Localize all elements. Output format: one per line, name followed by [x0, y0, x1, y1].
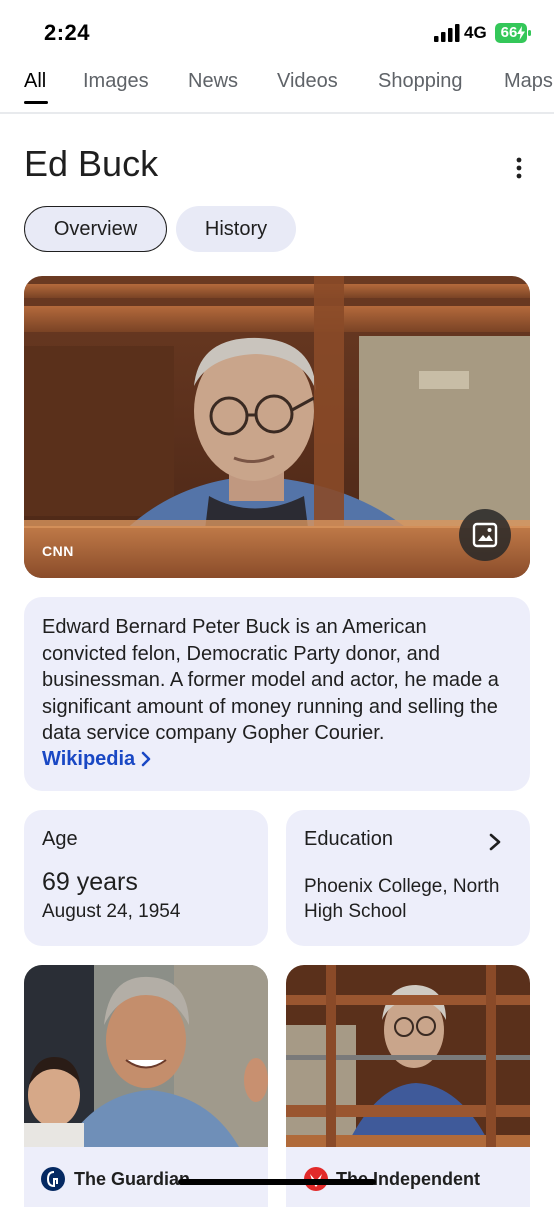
- education-card[interactable]: Education Phoenix College, North High Sc…: [286, 810, 530, 946]
- chip-history[interactable]: History: [176, 206, 296, 252]
- home-indicator[interactable]: [178, 1179, 376, 1185]
- entity-title: Ed Buck: [24, 143, 159, 184]
- tab-shopping[interactable]: Shopping: [378, 70, 463, 93]
- age-card: Age 69 years August 24, 1954: [24, 810, 268, 946]
- hero-image-source: CNN: [42, 543, 74, 559]
- wikipedia-link-label: Wikipedia: [42, 747, 136, 770]
- description-text: Edward Bernard Peter Buck is an American…: [42, 616, 499, 744]
- tab-maps[interactable]: Maps: [504, 70, 554, 93]
- status-time: 2:24: [44, 20, 91, 45]
- tab-all[interactable]: All: [24, 70, 46, 93]
- guardian-icon: [41, 1167, 65, 1191]
- age-label: Age: [42, 828, 78, 850]
- birth-date: August 24, 1954: [42, 901, 181, 922]
- age-value: 69 years: [42, 868, 138, 896]
- tab-images[interactable]: Images: [83, 70, 149, 93]
- network-type: 4G: [464, 23, 487, 42]
- tabs-divider: [0, 112, 554, 114]
- education-value: Phoenix College, North High School: [304, 876, 500, 922]
- chevron-right-icon: [141, 751, 151, 767]
- battery-icon: 66: [495, 23, 531, 43]
- chip-overview[interactable]: Overview: [24, 206, 167, 252]
- tab-news[interactable]: News: [188, 70, 238, 93]
- news-image-independent[interactable]: [286, 965, 530, 1147]
- more-options-icon[interactable]: [508, 156, 530, 180]
- description-card: Edward Bernard Peter Buck is an American…: [24, 597, 530, 791]
- hero-image[interactable]: [24, 276, 530, 578]
- news-source-guardian[interactable]: The Guardian: [74, 1169, 190, 1190]
- tab-videos[interactable]: Videos: [277, 70, 338, 93]
- tab-active-indicator: [24, 101, 48, 104]
- news-image-guardian[interactable]: [24, 965, 268, 1147]
- view-images-button[interactable]: [459, 509, 511, 561]
- wikipedia-link[interactable]: Wikipedia: [42, 748, 151, 771]
- education-label: Education: [304, 828, 393, 850]
- image-icon: [472, 522, 498, 548]
- cellular-signal-icon: [434, 24, 460, 42]
- chevron-right-icon: [489, 833, 501, 851]
